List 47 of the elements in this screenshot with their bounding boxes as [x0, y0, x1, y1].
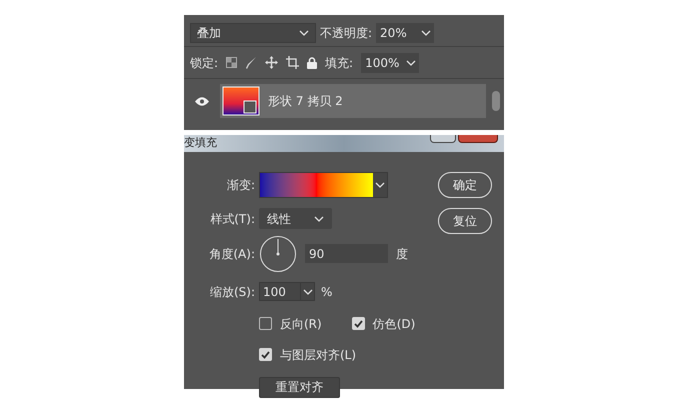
angle-field[interactable]: 90 — [305, 244, 388, 263]
scale-label: 缩放(S): — [208, 284, 255, 300]
eye-icon[interactable] — [195, 96, 209, 106]
move-icon[interactable] — [265, 56, 278, 69]
dialog-button[interactable]: 复位 — [438, 208, 492, 234]
transparency-grid-icon[interactable] — [226, 57, 238, 68]
scale-unit: % — [321, 284, 332, 300]
lock-icon[interactable] — [307, 56, 318, 68]
maximize-button[interactable] — [430, 135, 456, 143]
fill-label: 填充: — [325, 54, 354, 72]
chevron-down-icon — [375, 182, 385, 188]
layer-row[interactable]: 形状 7 拷贝 2 — [220, 84, 486, 118]
gradient-label: 渐变: — [226, 176, 255, 194]
angle-label: 角度(A): — [208, 246, 255, 262]
reset-alignment-button[interactable]: 重置对齐 — [259, 376, 340, 398]
chevron-down-icon — [299, 30, 309, 36]
check-icon — [261, 350, 270, 358]
dialog-title: 变填充 — [184, 135, 217, 151]
angle-unit: 度 — [396, 246, 408, 262]
lock-label: 锁定: — [190, 54, 218, 72]
chevron-down-icon — [406, 60, 416, 66]
chevron-down-icon — [421, 30, 432, 36]
angle-dial[interactable] — [259, 234, 297, 272]
scale-field[interactable]: 100 — [259, 282, 315, 301]
brush-icon[interactable] — [245, 56, 258, 70]
checkbox-label: 与图层对齐(L) — [280, 346, 356, 364]
layer-thumbnail — [222, 86, 260, 116]
chevron-down-icon — [314, 216, 324, 222]
gradient-picker[interactable] — [259, 172, 388, 198]
style-dropdown[interactable]: 线性 — [259, 208, 332, 229]
crop-icon[interactable] — [286, 56, 300, 69]
checkbox[interactable] — [259, 348, 272, 361]
close-button[interactable] — [458, 135, 498, 143]
dialog-button[interactable]: 确定 — [438, 172, 492, 198]
checkbox-label: 仿色(D) — [372, 316, 416, 332]
check-icon — [354, 320, 363, 328]
blend-mode-dropdown[interactable]: 叠加 — [190, 22, 316, 42]
opacity-field[interactable]: 20% — [376, 22, 434, 42]
checkbox[interactable] — [259, 317, 272, 330]
style-label: 样式(T): — [209, 210, 255, 228]
checkbox[interactable] — [352, 317, 365, 330]
opacity-label: 不透明度: — [320, 24, 372, 42]
chevron-down-icon — [302, 288, 312, 294]
fill-field[interactable]: 100% — [361, 52, 420, 72]
scrollbar[interactable] — [492, 91, 500, 111]
checkbox-label: 反向(R) — [280, 316, 322, 332]
layer-name: 形状 7 拷贝 2 — [268, 93, 343, 110]
